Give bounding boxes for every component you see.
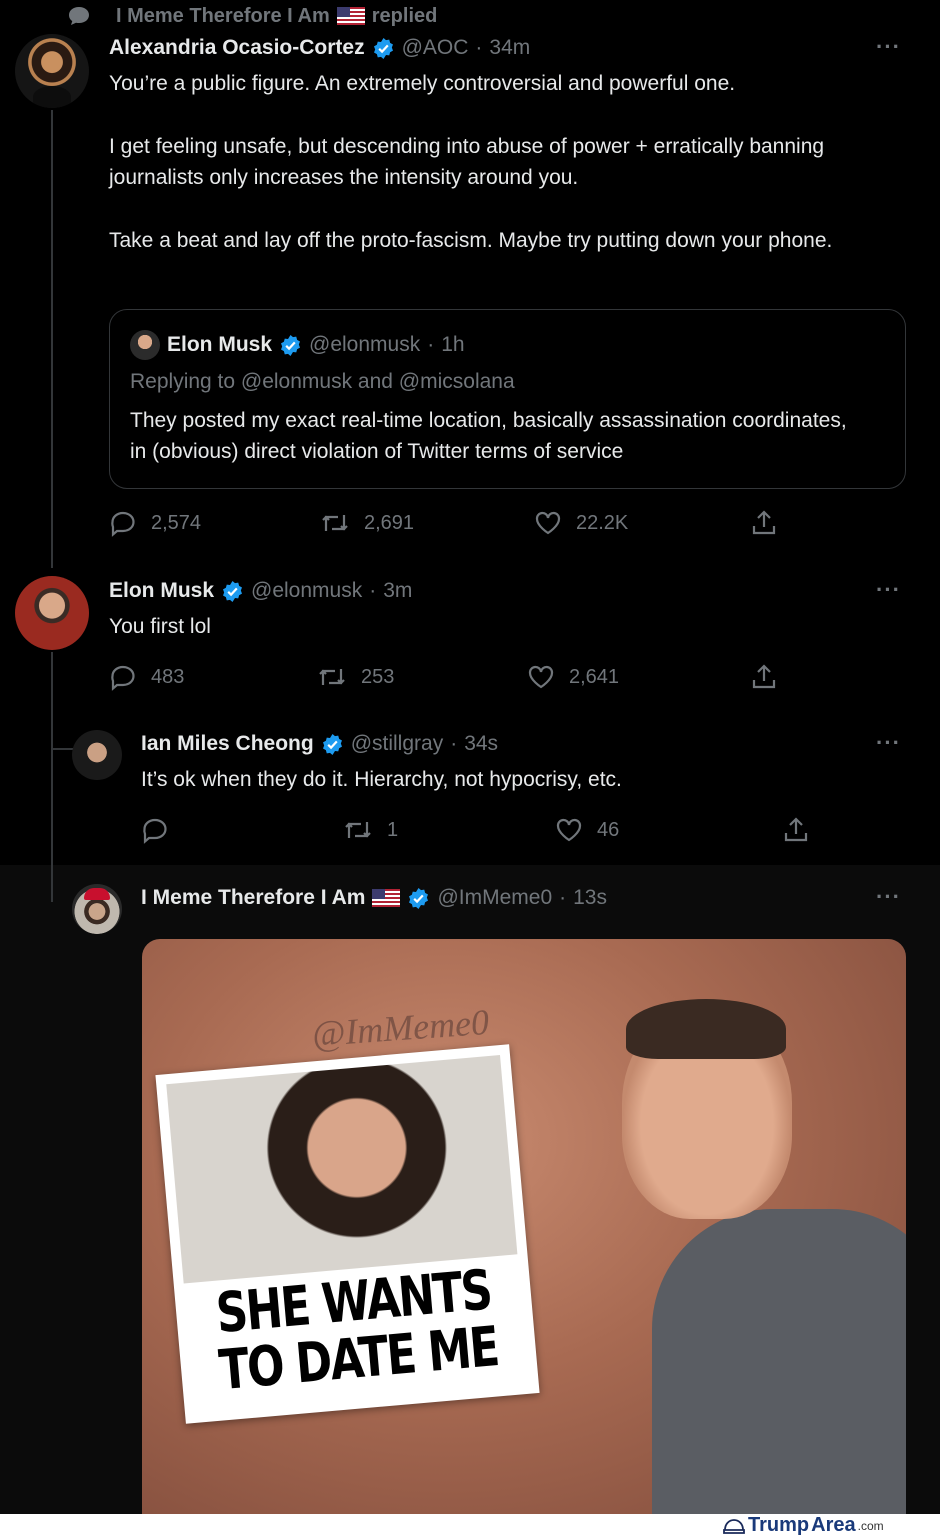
retweet-icon	[322, 515, 348, 531]
tweet-paragraph: I get feeling unsafe, but descending int…	[109, 135, 825, 189]
heart-icon	[556, 818, 582, 842]
handle[interactable]: @stillgray	[351, 732, 444, 756]
like-count: 2,641	[569, 665, 620, 688]
retweet-count: 1	[387, 818, 399, 841]
quote-text: They posted my exact real-time location,…	[130, 409, 847, 463]
context-suffix: replied	[371, 4, 438, 27]
timestamp[interactable]: 34m	[489, 36, 530, 60]
display-name[interactable]: I Meme Therefore I Am	[141, 886, 365, 910]
quote-time: 1h	[441, 333, 465, 356]
reply-icon	[111, 511, 135, 537]
share-action[interactable]	[750, 509, 778, 542]
sign-photo	[166, 1055, 518, 1284]
more-options-icon[interactable]: ···	[876, 577, 901, 603]
handle[interactable]: @AOC	[402, 36, 469, 60]
retweet-count: 2,691	[364, 511, 415, 534]
tweet-text: It’s ok when they do it. Hierarchy, not …	[141, 768, 622, 791]
reply-count: 2,574	[151, 511, 202, 534]
verified-badge-icon	[223, 580, 243, 602]
heart-icon	[535, 511, 561, 535]
avatar-ian[interactable]	[72, 730, 122, 780]
handle[interactable]: @elonmusk	[251, 579, 362, 603]
tweet-header: I Meme Therefore I Am @ImMeme0 · 13s	[141, 886, 607, 910]
social-context: I Meme Therefore I Am replied	[66, 4, 437, 28]
timestamp[interactable]: 3m	[383, 579, 412, 603]
verified-badge-icon	[322, 733, 342, 755]
display-name[interactable]: Elon Musk	[109, 579, 214, 603]
verified-badge-icon	[281, 334, 301, 356]
us-flag-icon	[336, 7, 365, 25]
tweet-text: You’re a public figure. An extremely con…	[109, 68, 909, 256]
like-count: 22.2K	[576, 511, 629, 534]
watermark: @ImMeme0	[310, 1001, 491, 1055]
share-icon	[752, 510, 776, 535]
reply-action[interactable]: 2,574	[109, 509, 201, 537]
retweet-count: 253	[361, 665, 395, 688]
context-user[interactable]: I Meme Therefore I Am	[116, 5, 330, 28]
timestamp[interactable]: 13s	[573, 886, 607, 910]
avatar-aoc[interactable]	[15, 34, 89, 108]
avatar-elon[interactable]	[15, 576, 89, 650]
thread-connector	[51, 748, 73, 750]
cap-icon	[723, 1518, 745, 1534]
quote-tweet[interactable]: Elon Musk @elonmusk · 1h Replying to @el…	[109, 309, 906, 489]
more-options-icon[interactable]: ···	[876, 34, 901, 60]
quote-handle: @elonmusk	[309, 333, 421, 356]
tweet-text: You first lol	[109, 615, 211, 638]
reply-count: 483	[151, 665, 185, 688]
retweet-action[interactable]: 2,691	[320, 509, 414, 537]
reply-icon	[69, 7, 89, 25]
us-flag-icon	[372, 889, 401, 907]
heart-icon	[528, 665, 554, 689]
share-icon	[784, 817, 808, 842]
meme-image[interactable]: @ImMeme0 SHE WANTS TO DATE ME	[142, 939, 906, 1514]
display-name[interactable]: Alexandria Ocasio-Cortez	[109, 36, 365, 60]
retweet-action[interactable]: 1	[343, 816, 398, 844]
share-icon	[752, 664, 776, 689]
retweet-action[interactable]: 253	[317, 663, 394, 691]
thread-line	[51, 865, 53, 902]
like-action[interactable]: 2,641	[527, 663, 619, 691]
display-name[interactable]: Ian Miles Cheong	[141, 732, 314, 756]
like-action[interactable]: 46	[555, 816, 619, 844]
man-figure	[612, 979, 906, 1514]
more-options-icon[interactable]: ···	[876, 730, 901, 756]
replying-to: Replying to @elonmusk and @micsolana	[130, 370, 515, 393]
tweet-paragraph: Take a beat and lay off the proto-fascis…	[109, 229, 833, 252]
tweet-header: Ian Miles Cheong @stillgray · 34s	[141, 732, 499, 756]
verified-badge-icon	[373, 37, 393, 59]
reply-icon	[143, 818, 167, 844]
share-action[interactable]	[750, 663, 778, 696]
thread-line	[51, 110, 53, 568]
handle[interactable]: @ImMeme0	[437, 886, 552, 910]
reply-action[interactable]: 483	[109, 663, 184, 691]
quote-name: Elon Musk	[167, 333, 273, 356]
timestamp[interactable]: 34s	[464, 732, 498, 756]
share-action[interactable]	[782, 816, 810, 849]
retweet-icon	[319, 669, 345, 685]
retweet-icon	[345, 822, 371, 838]
tweet-header: Alexandria Ocasio-Cortez @AOC · 34m	[109, 36, 531, 60]
like-count: 46	[597, 818, 620, 841]
avatar-elon-small	[130, 330, 160, 360]
reply-action[interactable]	[141, 816, 183, 844]
meme-sign: SHE WANTS TO DATE ME	[155, 1044, 540, 1424]
avatar-meme-account[interactable]	[72, 884, 122, 934]
like-action[interactable]: 22.2K	[534, 509, 628, 537]
more-options-icon[interactable]: ···	[876, 884, 901, 910]
tweet-header: Elon Musk @elonmusk · 3m	[109, 579, 413, 603]
tweet-paragraph: You’re a public figure. An extremely con…	[109, 72, 736, 95]
trumparea-logo: Trump Area .com	[722, 1514, 884, 1537]
verified-badge-icon	[409, 887, 429, 909]
reply-icon	[111, 665, 135, 691]
quote-header: Elon Musk @elonmusk · 1h	[130, 330, 465, 360]
